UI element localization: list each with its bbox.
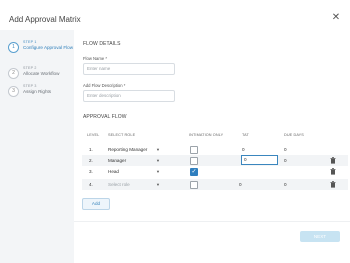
role-select-value: Head bbox=[108, 169, 119, 174]
step-3-circle: 3 bbox=[8, 86, 19, 97]
caret-down-icon: ▼ bbox=[156, 169, 160, 174]
col-tat: TAT bbox=[242, 133, 249, 137]
col-due-days: DUE DAYS bbox=[284, 133, 304, 137]
caret-down-icon: ▼ bbox=[156, 158, 160, 163]
tat-input[interactable]: 0 bbox=[241, 155, 278, 165]
flow-description-label: Add Flow Description * bbox=[83, 83, 126, 88]
close-icon[interactable]: ✕ bbox=[331, 13, 341, 23]
role-select[interactable]: Reporting Manager ▼ bbox=[108, 144, 160, 155]
approval-flow-title: APPROVAL FLOW bbox=[83, 114, 127, 120]
stepper-sidebar: 1 STEP 1 Configure Approval Flow 2 STEP … bbox=[0, 30, 74, 263]
intimation-checkbox-checked[interactable]: ✓ bbox=[190, 167, 198, 176]
table-row: 1. Reporting Manager ▼ 0 0 bbox=[82, 144, 348, 155]
table-row: 4. Select role ▼ 0 0 bbox=[82, 179, 348, 190]
trash-icon[interactable] bbox=[330, 157, 336, 164]
role-select-value: Manager bbox=[108, 158, 127, 163]
step-2-circle: 2 bbox=[8, 68, 19, 79]
add-level-button[interactable]: Add bbox=[82, 198, 110, 210]
flow-description-input[interactable]: Enter description bbox=[83, 90, 175, 102]
flow-name-input[interactable]: Enter name bbox=[83, 63, 175, 75]
table-row: 2. Manager ▼ 0 0 bbox=[82, 155, 348, 166]
row-level: 1. bbox=[89, 147, 93, 152]
step-1-circle: 1 bbox=[8, 42, 19, 53]
flow-name-label: Flow Name * bbox=[83, 56, 107, 61]
due-days-value: 0 bbox=[284, 147, 287, 152]
next-button[interactable]: NEXT bbox=[300, 231, 340, 242]
approval-table-header: LEVEL SELECT ROLE INTIMATION ONLY TAT DU… bbox=[82, 131, 344, 141]
footer-divider bbox=[74, 221, 350, 222]
modal-header: Add Approval Matrix ✕ bbox=[0, 0, 350, 30]
role-select-value: Reporting Manager bbox=[108, 147, 148, 152]
role-select[interactable]: Select role ▼ bbox=[108, 179, 160, 190]
tat-value[interactable]: 0 bbox=[239, 179, 242, 190]
table-row: 3. Head ▼ ✓ bbox=[82, 166, 348, 177]
trash-icon[interactable] bbox=[330, 181, 336, 188]
due-days-value: 0 bbox=[284, 182, 287, 187]
step-1-label: Configure Approval Flow bbox=[23, 45, 74, 50]
step-3-label: Assign Rights bbox=[23, 89, 52, 94]
intimation-checkbox[interactable] bbox=[190, 180, 198, 189]
role-select-value: Select role bbox=[108, 182, 130, 187]
step-2-number: STEP 2 bbox=[23, 66, 37, 70]
trash-icon[interactable] bbox=[330, 168, 336, 175]
col-level: LEVEL bbox=[87, 133, 100, 137]
col-intimation: INTIMATION ONLY bbox=[189, 133, 224, 137]
flow-details-title: FLOW DETAILS bbox=[83, 41, 121, 47]
row-level: 2. bbox=[89, 158, 93, 163]
intimation-checkbox[interactable] bbox=[190, 156, 198, 165]
caret-down-icon: ▼ bbox=[156, 182, 160, 187]
intimation-checkbox[interactable] bbox=[190, 145, 198, 154]
col-role: SELECT ROLE bbox=[108, 133, 136, 137]
modal-title: Add Approval Matrix bbox=[9, 15, 81, 24]
role-select[interactable]: Manager ▼ bbox=[108, 155, 160, 166]
row-level: 4. bbox=[89, 182, 93, 187]
caret-down-icon: ▼ bbox=[156, 147, 160, 152]
main-panel: FLOW DETAILS Flow Name * Enter name Add … bbox=[74, 30, 350, 263]
due-days-value: 0 bbox=[284, 158, 287, 163]
step-1-number: STEP 1 bbox=[23, 40, 37, 44]
step-2-label: Allocate Workflow bbox=[23, 71, 60, 76]
row-level: 3. bbox=[89, 169, 93, 174]
tat-value[interactable]: 0 bbox=[242, 144, 245, 155]
role-select[interactable]: Head ▼ bbox=[108, 166, 160, 177]
step-3-number: STEP 3 bbox=[23, 84, 37, 88]
